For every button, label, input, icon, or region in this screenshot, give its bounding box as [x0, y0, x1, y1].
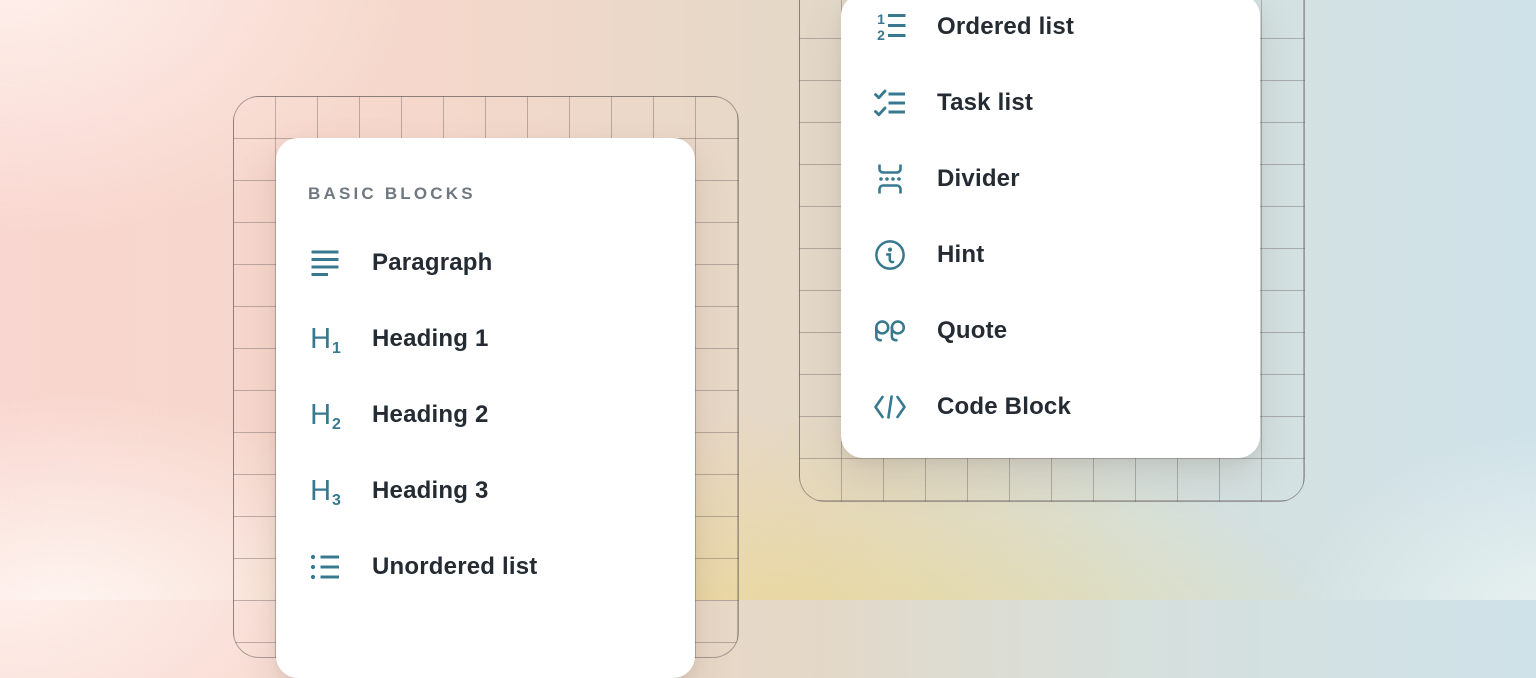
menu-item-label: Heading 2 [372, 401, 489, 429]
menu-item-label: Divider [937, 165, 1020, 193]
menu-item-divider[interactable]: Divider [841, 141, 1260, 217]
menu-item-code-block[interactable]: Code Block [841, 369, 1260, 445]
menu-item-label: Paragraph [372, 249, 493, 277]
ordered-list-icon: 1 2 [873, 10, 907, 44]
menu-item-heading-3[interactable]: H3 Heading 3 [276, 453, 695, 529]
section-label: BASIC BLOCKS [308, 184, 695, 204]
heading-3-icon: H3 [308, 474, 342, 508]
heading-2-icon: H2 [308, 398, 342, 432]
menu-item-label: Unordered list [372, 553, 538, 581]
paragraph-icon [308, 246, 342, 280]
menu-item-label: Quote [937, 317, 1007, 345]
quote-icon [873, 314, 907, 348]
task-list-icon [873, 86, 907, 120]
menu-item-paragraph[interactable]: Paragraph [276, 225, 695, 301]
menu-list-right: 1 2 Ordered list [841, 0, 1260, 445]
menu-item-heading-1[interactable]: H1 Heading 1 [276, 301, 695, 377]
menu-item-quote[interactable]: Quote [841, 293, 1260, 369]
menu-list-left: Paragraph H1 Heading 1 H2 Heading 2 H3 H… [276, 225, 695, 605]
menu-item-hint[interactable]: Hint [841, 217, 1260, 293]
hero-background: BASIC BLOCKS Paragraph H1 Heading 1 [0, 0, 1536, 600]
menu-item-label: Heading 1 [372, 325, 489, 353]
blocks-menu-continued: 1 2 Ordered list [841, 0, 1260, 458]
basic-blocks-menu: BASIC BLOCKS Paragraph H1 Heading 1 [276, 138, 695, 678]
hint-icon [873, 238, 907, 272]
menu-item-heading-2[interactable]: H2 Heading 2 [276, 377, 695, 453]
svg-text:2: 2 [877, 27, 885, 42]
menu-item-label: Heading 3 [372, 477, 489, 505]
menu-item-label: Task list [937, 89, 1033, 117]
menu-item-label: Hint [937, 241, 984, 269]
svg-text:1: 1 [877, 12, 885, 27]
unordered-list-icon [308, 550, 342, 584]
menu-item-label: Code Block [937, 393, 1071, 421]
divider-icon [873, 162, 907, 196]
menu-item-unordered-list[interactable]: Unordered list [276, 529, 695, 605]
heading-1-icon: H1 [308, 322, 342, 356]
code-block-icon [873, 390, 907, 424]
menu-item-task-list[interactable]: Task list [841, 65, 1260, 141]
menu-item-label: Ordered list [937, 13, 1074, 41]
menu-item-ordered-list[interactable]: 1 2 Ordered list [841, 0, 1260, 65]
